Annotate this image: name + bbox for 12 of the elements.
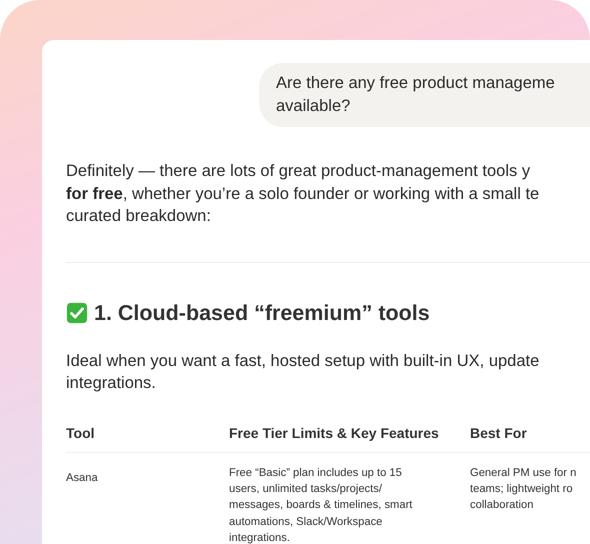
message-text: available? (276, 96, 352, 117)
column-header: Free Tier Limits & Key Features (229, 424, 439, 441)
section-heading: 1. Cloud-based “freemium” tools (94, 300, 430, 326)
column-header: Best For (470, 424, 527, 441)
section-paragraph: Ideal when you want a fast, hosted setup with built-in UX, update integrations. (66, 350, 540, 394)
message-text: Are there any free product manageme (276, 73, 556, 94)
table-cell-text: General PM use for n teams; lightweight ro collaboration (470, 466, 576, 514)
column-header: Tool (66, 424, 95, 441)
check-mark-icon (66, 302, 88, 324)
answer-paragraph: Definitely — there are lots of great product-management tools y for free, whether you’re a solo founder or working with a small te curated breakdown: (66, 161, 540, 227)
table-cell-text: Free “Basic” plan includes up to 15 users, unlimited tasks/projects/ messages, boards & timelines, smart automations, Slack/Workspace integrations. (229, 466, 412, 544)
table-cell-text: Asana (66, 470, 98, 486)
